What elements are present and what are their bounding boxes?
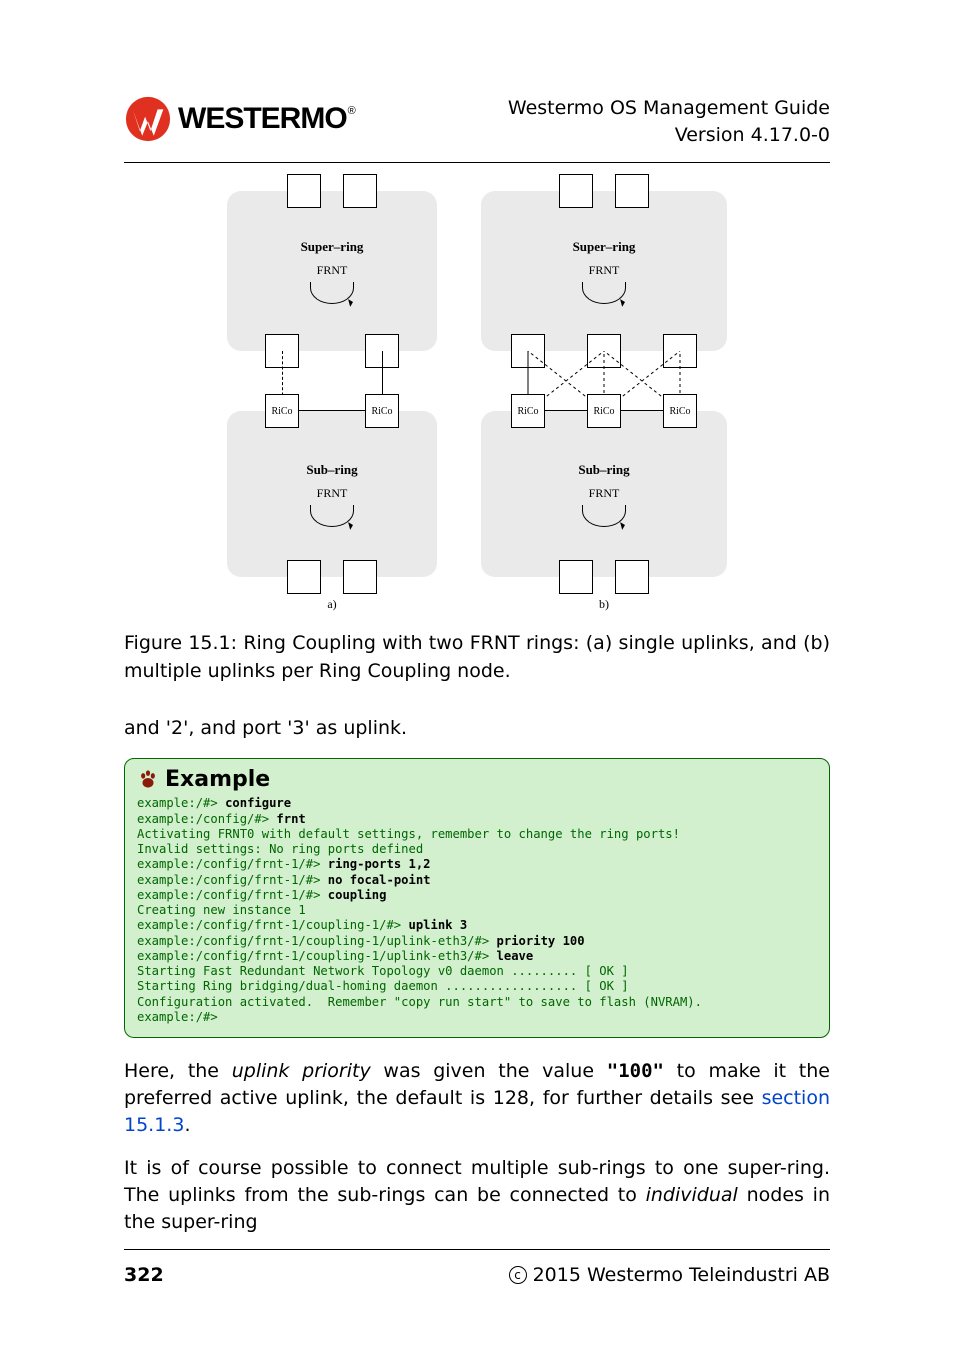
page-number: 322 — [124, 1264, 164, 1286]
rico-node: RiCo — [265, 394, 299, 428]
node-connector — [299, 410, 365, 411]
ring-arrow-icon — [310, 282, 354, 304]
body-paragraph-1: Here, the uplink priority was given the … — [124, 1058, 830, 1139]
copyright-icon: c — [509, 1266, 527, 1284]
figure-caption: Figure 15.1: Ring Coupling with two FRNT… — [124, 630, 830, 685]
ring-arrow-icon — [582, 505, 626, 527]
copyright: c 2015 Westermo Teleindustri AB — [509, 1264, 830, 1286]
page-header: WESTERMO® Westermo OS Management Guide V… — [124, 95, 830, 163]
westermo-logo-icon — [124, 95, 172, 143]
frnt-label: FRNT — [317, 486, 348, 501]
example-title: Example — [165, 767, 270, 792]
ring-label: Super–ring — [301, 239, 364, 255]
uplinks-a — [227, 351, 437, 411]
value-100: "100" — [607, 1060, 664, 1082]
frnt-label: FRNT — [317, 263, 348, 278]
port-node — [559, 560, 593, 594]
super-ring-b: Super–ring FRNT — [481, 191, 727, 351]
frnt-label: FRNT — [589, 486, 620, 501]
ring-label: Sub–ring — [578, 462, 629, 478]
rico-node: RiCo — [587, 394, 621, 428]
subcaption-b: b) — [599, 597, 609, 612]
node-connector — [621, 410, 663, 411]
figure-15-1: Super–ring FRNT RiCo RiCo Sub–ring FRNT … — [124, 191, 830, 612]
port-node — [287, 560, 321, 594]
subcaption-a: a) — [327, 597, 336, 612]
example-code: example:/#> configure example:/config/#>… — [137, 796, 817, 1025]
port-node — [615, 174, 649, 208]
body-intro: and '2', and port '3' as uplink. — [124, 715, 830, 742]
port-node — [615, 560, 649, 594]
frnt-label: FRNT — [589, 263, 620, 278]
port-node — [343, 560, 377, 594]
ring-arrow-icon — [582, 282, 626, 304]
brand-logo: WESTERMO® — [124, 95, 354, 143]
ring-arrow-icon — [310, 505, 354, 527]
sub-ring-a: RiCo RiCo Sub–ring FRNT — [227, 411, 437, 577]
header-title: Westermo OS Management Guide Version 4.1… — [508, 95, 830, 148]
brand-name: WESTERMO® — [178, 102, 354, 136]
port-node — [343, 174, 377, 208]
ring-label: Super–ring — [573, 239, 636, 255]
sub-ring-b: RiCo RiCo RiCo Sub–ring FRNT — [481, 411, 727, 577]
term-individual: individual — [646, 1184, 738, 1206]
diagram-b: Super–ring FRNT RiCo RiCo RiCo — [481, 191, 727, 612]
node-connector — [545, 410, 587, 411]
body-paragraph-2: It is of course possible to connect mult… — [124, 1155, 830, 1236]
rico-node: RiCo — [511, 394, 545, 428]
example-icon — [137, 769, 159, 791]
example-box: Example example:/#> configure example:/c… — [124, 758, 830, 1038]
rico-node: RiCo — [663, 394, 697, 428]
super-ring-a: Super–ring FRNT — [227, 191, 437, 351]
port-node — [287, 174, 321, 208]
page-footer: 322 c 2015 Westermo Teleindustri AB — [124, 1249, 830, 1286]
term-uplink-priority: uplink priority — [232, 1060, 371, 1082]
diagram-a: Super–ring FRNT RiCo RiCo Sub–ring FRNT … — [227, 191, 437, 612]
rico-node: RiCo — [365, 394, 399, 428]
doc-version: Version 4.17.0-0 — [508, 122, 830, 149]
ring-label: Sub–ring — [306, 462, 357, 478]
doc-title: Westermo OS Management Guide — [508, 95, 830, 122]
port-node — [559, 174, 593, 208]
